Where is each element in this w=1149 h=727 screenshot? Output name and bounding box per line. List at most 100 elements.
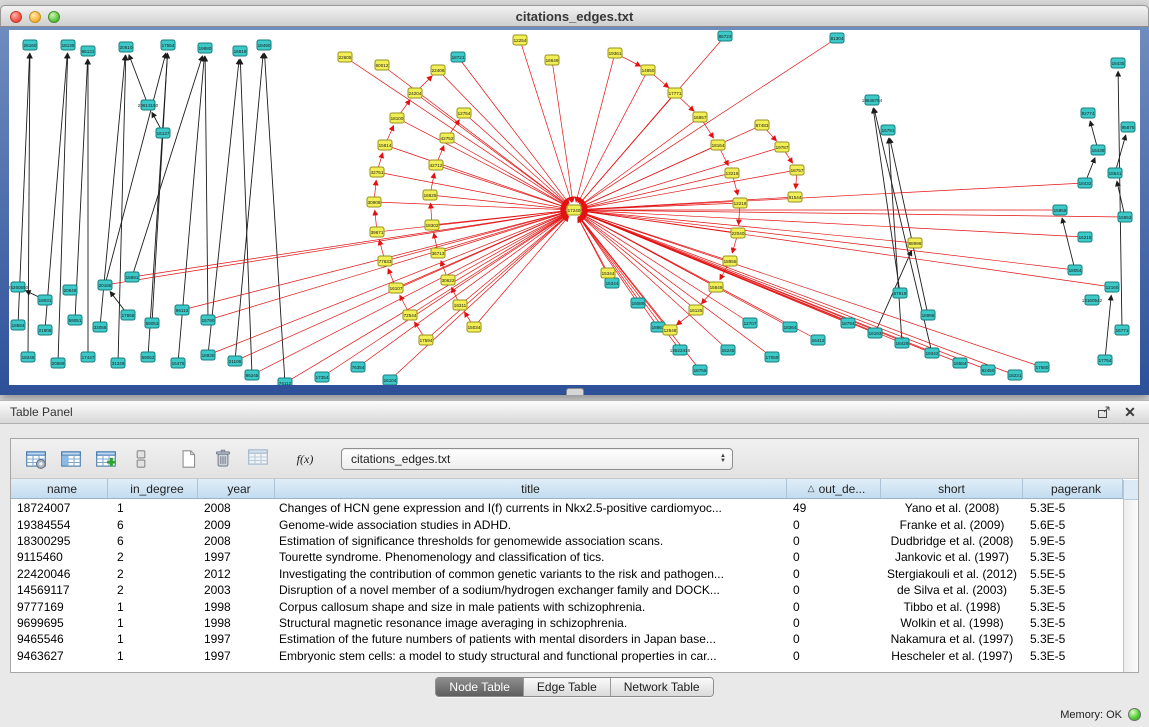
graph-node[interactable]: 12707	[743, 318, 757, 328]
graph-node[interactable]: 12754	[457, 108, 471, 118]
column-header-in-degree[interactable]: in_degree	[108, 479, 198, 498]
graph-node[interactable]: 12522416	[670, 345, 691, 355]
graph-node[interactable]: 18757	[790, 165, 804, 175]
graph-node[interactable]: 18364	[783, 322, 797, 332]
graph-node[interactable]: 18432	[1078, 178, 1092, 188]
graph-node[interactable]: 14850	[641, 65, 655, 75]
column-header-out-de[interactable]: △out_de...	[787, 479, 881, 498]
graph-node[interactable]: 22406	[431, 65, 445, 75]
window-resize-notch[interactable]	[566, 388, 584, 395]
graph-node[interactable]: 91544	[788, 192, 802, 202]
graph-node[interactable]: 17447	[81, 352, 95, 362]
graph-node[interactable]: 59052	[141, 352, 155, 362]
graph-node[interactable]: 17680	[1035, 362, 1049, 372]
graph-node[interactable]: 22605	[338, 52, 352, 62]
graph-node[interactable]: 20613190	[138, 100, 159, 110]
table-row[interactable]: 977716911998Corpus callosum shape and si…	[11, 598, 1123, 614]
graph-node[interactable]: 39671	[370, 227, 384, 237]
graph-node[interactable]: 15344	[605, 278, 619, 288]
graph-node[interactable]: 72544	[403, 310, 417, 320]
graph-node[interactable]: 18246	[21, 352, 35, 362]
graph-node[interactable]: 17240	[567, 205, 581, 215]
graph-node[interactable]: 17868	[121, 310, 135, 320]
column-header-pagerank[interactable]: pagerank	[1023, 479, 1123, 498]
graph-node[interactable]: 17554	[161, 40, 175, 50]
window-titlebar[interactable]: citations_edges.txt	[0, 5, 1149, 27]
graph-node[interactable]: 15814	[378, 140, 392, 150]
graph-node[interactable]: 16137	[156, 128, 170, 138]
graph-node[interactable]: 18794	[841, 318, 855, 328]
column-header-short[interactable]: short	[881, 479, 1023, 498]
minimize-button[interactable]	[29, 11, 41, 23]
graph-node[interactable]: 19031	[38, 295, 52, 305]
graph-node[interactable]: 15953	[1118, 212, 1132, 222]
graph-node[interactable]: 12160542	[1082, 295, 1103, 305]
graph-node[interactable]: 17594	[419, 335, 433, 345]
graph-node[interactable]: 18164	[711, 140, 725, 150]
graph-node[interactable]: 18998	[921, 310, 935, 320]
graph-node[interactable]: 19342	[925, 348, 939, 358]
graph-node[interactable]: 95131	[81, 46, 95, 56]
graph-node[interactable]: 18721	[451, 52, 465, 62]
column-header-year[interactable]: year	[198, 479, 275, 498]
graph-node[interactable]: 22040	[731, 228, 745, 238]
close-button[interactable]	[10, 11, 22, 23]
graph-node[interactable]: 18429	[895, 338, 909, 348]
graph-node[interactable]: 16439	[1091, 145, 1105, 155]
graph-node[interactable]: 17771	[668, 88, 682, 98]
graph-node[interactable]: 21908	[38, 325, 52, 335]
graph-node[interactable]: 92450	[981, 365, 995, 375]
graph-node[interactable]: 30622	[441, 275, 455, 285]
close-panel-icon[interactable]: ✕	[1121, 404, 1139, 420]
column-header-title[interactable]: title	[275, 479, 787, 498]
graph-node[interactable]: 16412	[811, 335, 825, 345]
graph-node[interactable]: 19361	[608, 48, 622, 58]
graph-node[interactable]: 20610	[119, 42, 133, 52]
graph-node[interactable]: 92774	[1081, 108, 1095, 118]
graph-node[interactable]: 16771	[1115, 325, 1129, 335]
graph-node[interactable]: 18955	[723, 256, 737, 266]
graph-node[interactable]: 16215	[1078, 232, 1092, 242]
graph-node[interactable]: 15958	[1053, 205, 1067, 215]
graph-node[interactable]: 15245	[721, 345, 735, 355]
float-panel-icon[interactable]	[1095, 404, 1113, 420]
graph-node[interactable]: 67919	[893, 288, 907, 298]
graph-node[interactable]: 19787	[775, 142, 789, 152]
tab-network-table[interactable]: Network Table	[610, 678, 713, 696]
graph-node[interactable]: 16649	[545, 55, 559, 65]
table-row[interactable]: 1830029562008Estimation of significance …	[11, 533, 1123, 549]
graph-node[interactable]: 15849	[709, 282, 723, 292]
graph-node[interactable]: 15344	[601, 268, 615, 278]
graph-node[interactable]: 16107	[389, 283, 403, 293]
table-selector-combobox[interactable]: citations_edges.txt ▲▼	[341, 448, 733, 470]
graph-node[interactable]: 18541	[1108, 168, 1122, 178]
graph-node[interactable]: 13216	[725, 168, 739, 178]
graph-node[interactable]: 20166	[98, 280, 112, 290]
graph-node[interactable]: 18054	[1068, 265, 1082, 275]
graph-node[interactable]: 16104	[383, 375, 397, 385]
table-settings-icon[interactable]	[21, 444, 51, 474]
graph-node[interactable]: 30908	[367, 197, 381, 207]
function-builder-icon[interactable]: f(x)	[290, 444, 320, 474]
graph-node[interactable]: 19648794	[862, 95, 883, 105]
graph-node[interactable]: 16791	[881, 125, 895, 135]
graph-node[interactable]: 36713	[431, 248, 445, 258]
graph-node[interactable]: 18302	[425, 220, 439, 230]
graph-node[interactable]: 95875	[1121, 122, 1135, 132]
graph-node[interactable]: 24204	[408, 88, 422, 98]
graph-node[interactable]: 20648	[63, 285, 77, 295]
graph-node[interactable]: 18100	[390, 113, 404, 123]
combobox-stepper-icon[interactable]: ▲▼	[714, 454, 732, 464]
graph-node[interactable]: 59051	[68, 315, 82, 325]
graph-node[interactable]: 16625	[423, 190, 437, 200]
edit-table-icon[interactable]	[91, 444, 121, 474]
graph-node[interactable]: 81304	[830, 33, 844, 43]
show-columns-icon[interactable]	[56, 444, 86, 474]
delete-table-icon[interactable]	[208, 444, 238, 474]
graph-node[interactable]: 18490	[257, 40, 271, 50]
new-table-icon[interactable]	[173, 444, 203, 474]
graph-node[interactable]: 15790	[201, 315, 215, 325]
graph-node[interactable]: 18584	[11, 320, 25, 330]
row-height-icon[interactable]	[126, 444, 156, 474]
graph-node[interactable]: 76354	[351, 362, 365, 372]
